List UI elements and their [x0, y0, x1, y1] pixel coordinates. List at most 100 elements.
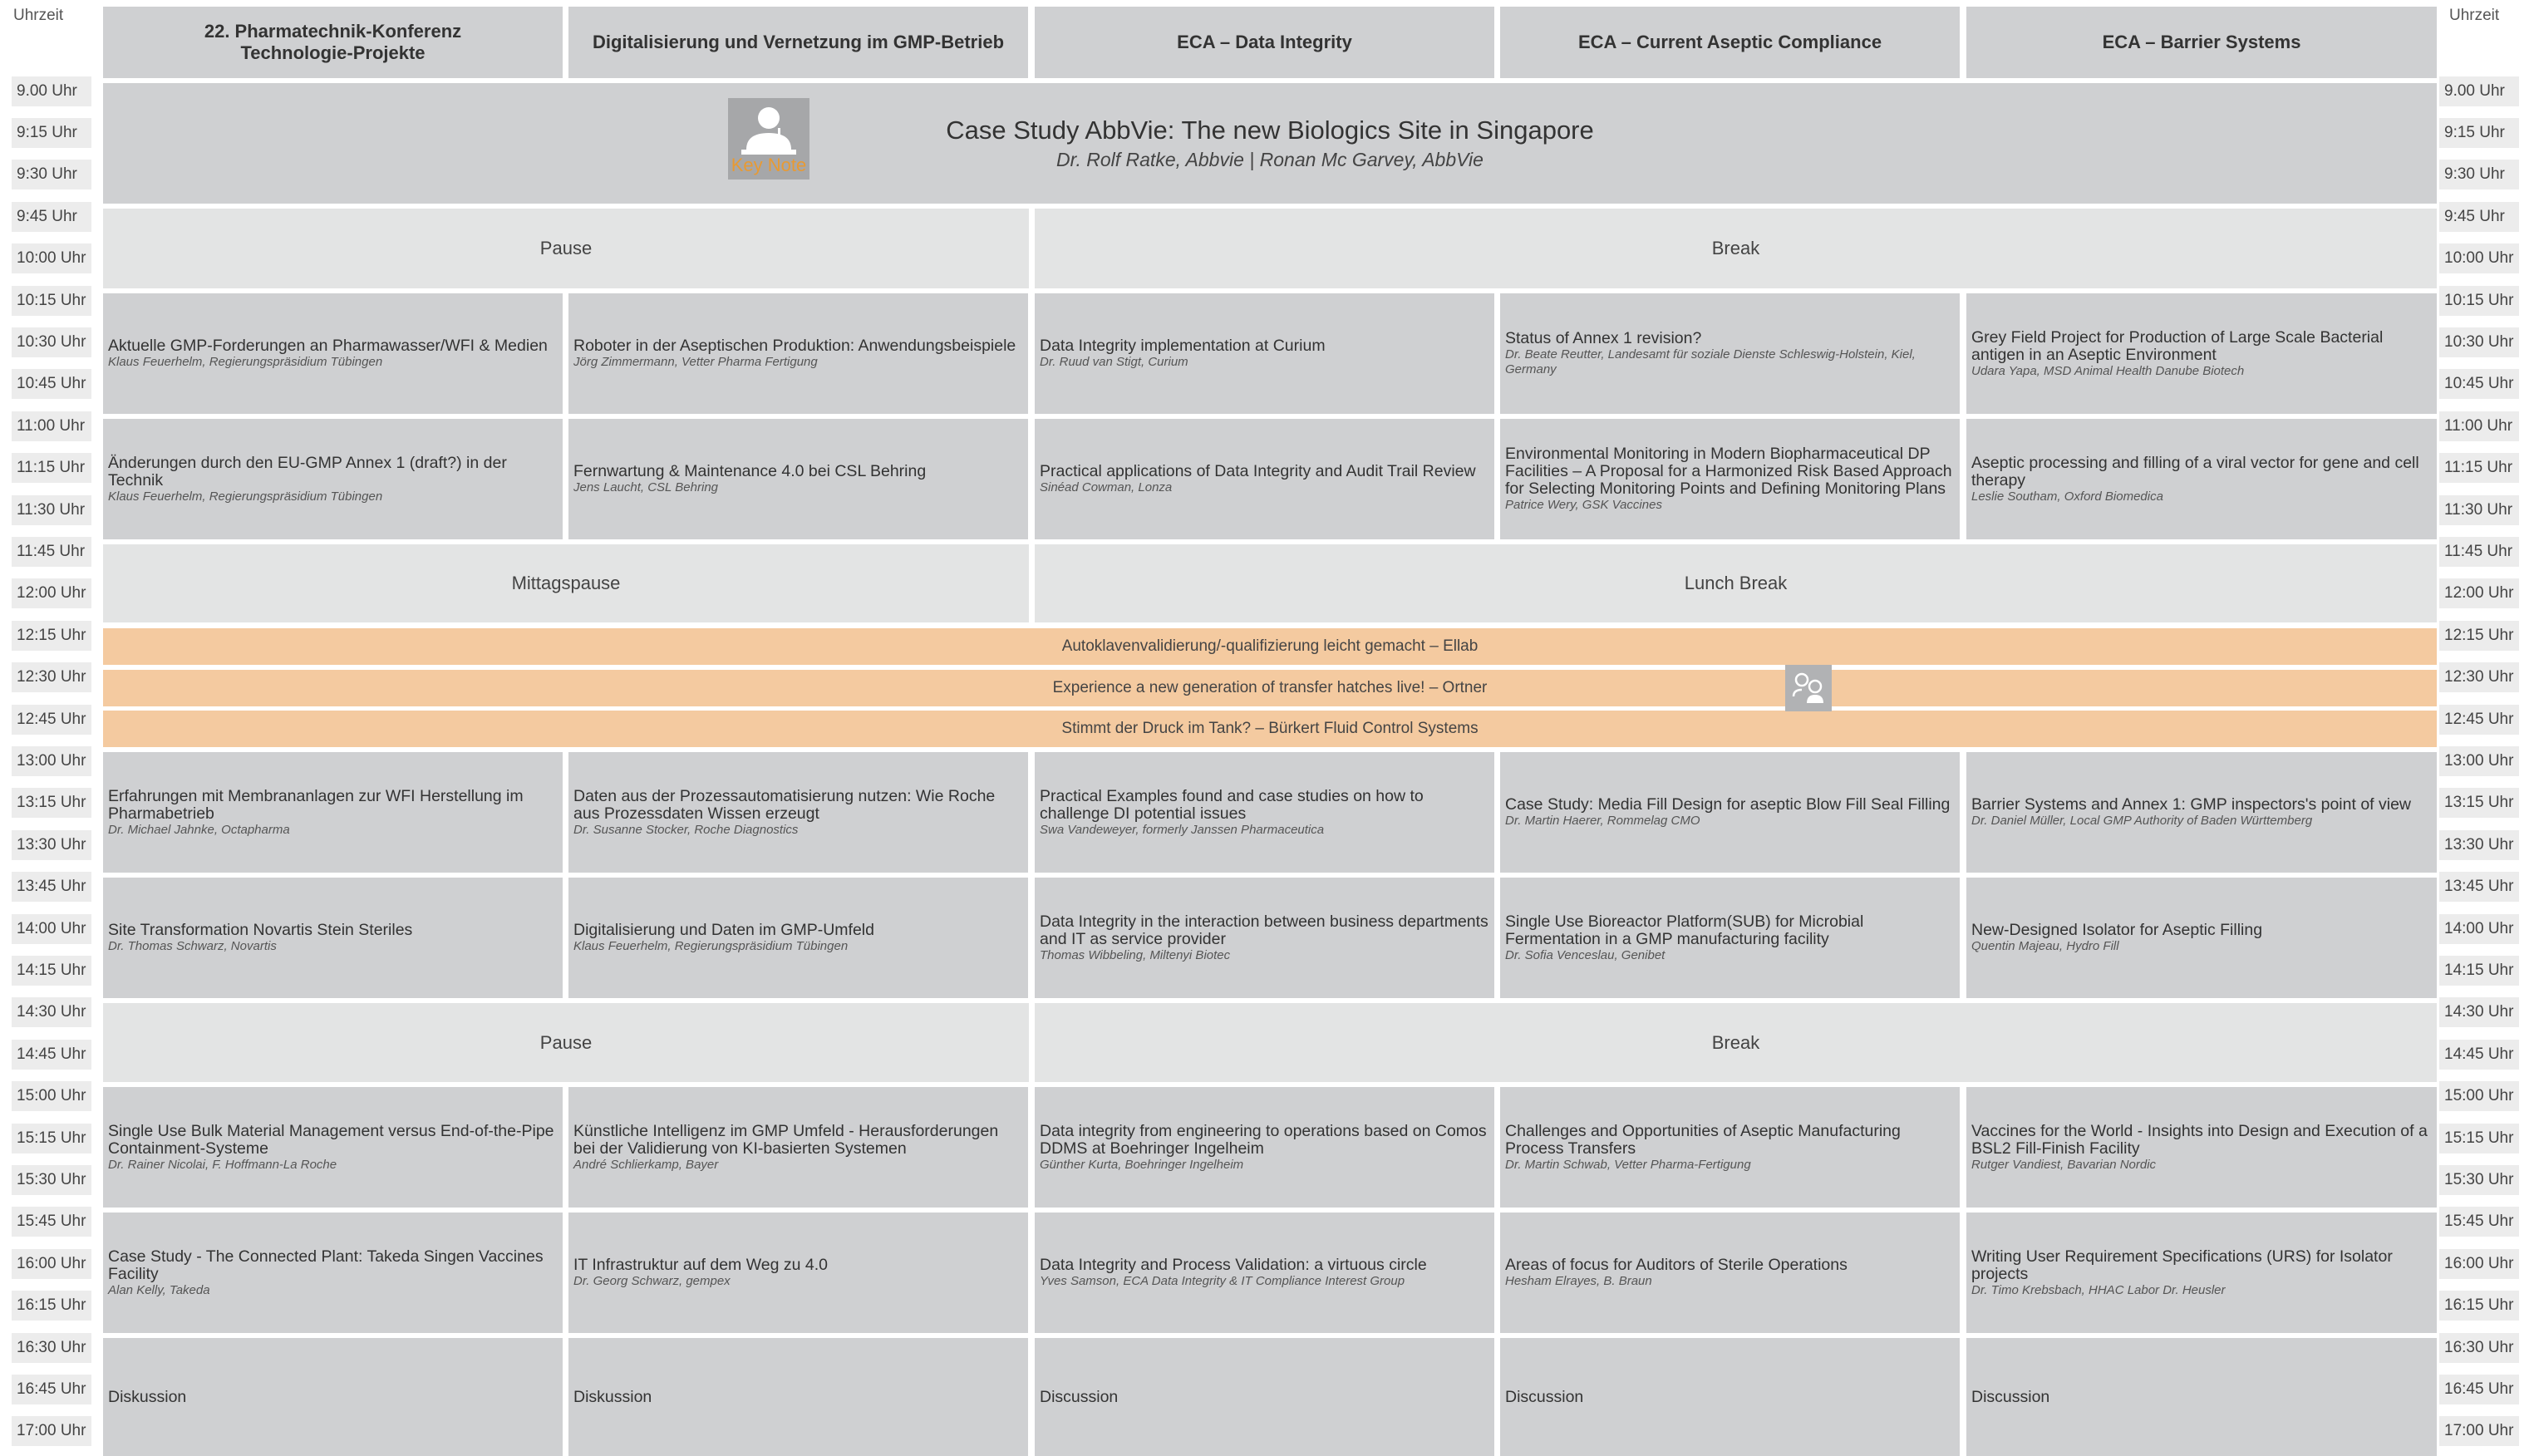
session-cell: Status of Annex 1 revision? Dr. Beate Re…	[1500, 293, 1960, 414]
session-speaker: Udara Yapa, MSD Animal Health Danube Bio…	[1971, 363, 2245, 378]
session-speaker: Dr. Martin Schwab, Vetter Pharma-Fertigu…	[1505, 1157, 1751, 1172]
time-label: 13:30 Uhr	[12, 830, 91, 860]
session-speaker: Swa Vandeweyer, formerly Janssen Pharmac…	[1040, 822, 1325, 837]
session-title: Status of Annex 1 revision?	[1505, 329, 1702, 347]
session-cell: Single Use Bioreactor Platform(SUB) for …	[1500, 878, 1960, 998]
session-cell: Erfahrungen mit Membrananlagen zur WFI H…	[103, 752, 563, 873]
track-header-line1: Digitalisierung und Vernetzung im GMP-Be…	[592, 32, 1005, 52]
session-speaker: Klaus Feuerhelm, Regierungspräsidium Tüb…	[108, 355, 383, 369]
time-label: 16:30 Uhr	[12, 1333, 91, 1363]
session-cell: New-Designed Isolator for Aseptic Fillin…	[1966, 878, 2437, 998]
time-label: 12:15 Uhr	[12, 621, 91, 651]
session-title: Digitalisierung und Daten im GMP-Umfeld	[573, 921, 874, 939]
session-speaker: Leslie Southam, Oxford Biomedica	[1971, 489, 2163, 504]
session-title: Single Use Bulk Material Management vers…	[108, 1121, 554, 1158]
discussion-cell: Discussion	[1966, 1338, 2437, 1456]
time-label: 11:00 Uhr	[2439, 411, 2519, 441]
time-label: 14:30 Uhr	[12, 997, 91, 1027]
session-speaker: Hesham Elrayes, B. Braun	[1505, 1274, 1652, 1288]
session-cell: Challenges and Opportunities of Aseptic …	[1500, 1087, 1960, 1208]
track-header-line1: ECA – Current Aseptic Compliance	[1577, 32, 1882, 52]
time-label: 16:15 Uhr	[12, 1291, 91, 1321]
session-title: Aktuelle GMP-Forderungen an Pharmawasser…	[108, 337, 548, 355]
time-label: 14:00 Uhr	[2439, 914, 2519, 944]
time-label: 15:00 Uhr	[12, 1081, 91, 1111]
time-label: 13:00 Uhr	[2439, 746, 2519, 776]
discussion-cell: Discussion	[1035, 1338, 1494, 1456]
break-cell: Pause	[103, 1003, 1029, 1082]
lunch-break-cell: Mittagspause	[103, 544, 1029, 622]
session-speaker: Dr. Timo Krebsbach, HHAC Labor Dr. Heusl…	[1971, 1282, 2226, 1297]
session-title: Fernwartung & Maintenance 4.0 bei CSL Be…	[573, 462, 927, 480]
session-cell: Writing User Requirement Specifications …	[1966, 1213, 2437, 1333]
time-label: 16:00 Uhr	[12, 1249, 91, 1279]
time-label: 13:15 Uhr	[2439, 788, 2519, 818]
session-speaker: Klaus Feuerhelm, Regierungspräsidium Tüb…	[108, 489, 383, 504]
session-speaker: Dr. Beate Reutter, Landesamt für soziale…	[1505, 347, 1916, 376]
time-label: 10:00 Uhr	[2439, 243, 2519, 273]
session-title: Data integrity from engineering to opera…	[1040, 1121, 1487, 1158]
session-cell: Barrier Systems and Annex 1: GMP inspect…	[1966, 752, 2437, 873]
session-cell: Künstliche Intelligenz im GMP Umfeld - H…	[568, 1087, 1028, 1208]
session-cell: Data integrity from engineering to opera…	[1035, 1087, 1494, 1208]
session-title: Vaccines for the World - Insights into D…	[1971, 1121, 2428, 1158]
time-label: 13:45 Uhr	[12, 872, 91, 902]
time-label: 9.00 Uhr	[12, 76, 91, 106]
session-speaker: Alan Kelly, Takeda	[108, 1282, 210, 1297]
time-column-header: Uhrzeit	[2449, 7, 2500, 24]
time-label: 16:15 Uhr	[2439, 1291, 2519, 1321]
session-speaker: Dr. Thomas Schwarz, Novartis	[108, 939, 277, 953]
session-cell: Fernwartung & Maintenance 4.0 bei CSL Be…	[568, 419, 1028, 539]
session-speaker: Thomas Wibbeling, Miltenyi Biotec	[1040, 947, 1231, 962]
time-label: 10:15 Uhr	[2439, 286, 2519, 316]
session-speaker: Yves Samson, ECA Data Integrity & IT Com…	[1040, 1274, 1405, 1288]
session-cell: Grey Field Project for Production of Lar…	[1966, 293, 2437, 414]
session-cell: Practical Examples found and case studie…	[1035, 752, 1494, 873]
time-label: 9:15 Uhr	[2439, 118, 2519, 148]
break-label: Break	[1711, 1031, 1760, 1053]
time-label: 12:45 Uhr	[12, 705, 91, 735]
session-cell: Case Study: Media Fill Design for asepti…	[1500, 752, 1960, 873]
session-cell: Data Integrity in the interaction betwee…	[1035, 878, 1494, 998]
track-header-line1: ECA – Data Integrity	[1177, 32, 1352, 52]
time-label: 11:45 Uhr	[12, 537, 91, 567]
time-label: 15:15 Uhr	[2439, 1124, 2519, 1153]
break-cell: Break	[1035, 1003, 2437, 1082]
time-label: 10:45 Uhr	[2439, 369, 2519, 399]
session-cell: Aseptic processing and filling of a vira…	[1966, 419, 2437, 539]
lunch-talk: Autoklavenvalidierung/-qualifizierung le…	[103, 628, 2437, 665]
session-cell: Digitalisierung und Daten im GMP-Umfeld …	[568, 878, 1028, 998]
time-label: 12:00 Uhr	[12, 578, 91, 608]
time-label: 14:15 Uhr	[12, 956, 91, 986]
session-title: Data Integrity in the interaction betwee…	[1040, 912, 1488, 948]
time-label: 12:15 Uhr	[2439, 621, 2519, 651]
time-label: 10:00 Uhr	[12, 243, 91, 273]
session-title: Roboter in der Aseptischen Produktion: A…	[573, 337, 1016, 355]
session-speaker: André Schlierkamp, Bayer	[573, 1157, 719, 1172]
time-label: 10:15 Uhr	[12, 286, 91, 316]
keynote-title: Case Study AbbVie: The new Biologics Sit…	[946, 116, 1594, 145]
time-label: 15:30 Uhr	[2439, 1165, 2519, 1195]
time-label: 17:00 Uhr	[12, 1416, 91, 1446]
session-title: Challenges and Opportunities of Aseptic …	[1505, 1121, 1901, 1158]
session-speaker: Dr. Daniel Müller, Local GMP Authority o…	[1971, 814, 2313, 828]
time-label: 15:45 Uhr	[12, 1207, 91, 1237]
lunch-talk: Stimmt der Druck im Tank? – Bürkert Flui…	[103, 711, 2437, 747]
time-label: 16:00 Uhr	[2439, 1249, 2519, 1279]
lunch-talk-title: Autoklavenvalidierung/-qualifizierung le…	[1061, 637, 1479, 655]
discussion-cell: Diskussion	[568, 1338, 1028, 1456]
discussion-label: Discussion	[1505, 1387, 1584, 1406]
session-speaker: Jens Laucht, CSL Behring	[573, 480, 719, 494]
track-header-line1: 22. Pharmatechnik-Konferenz	[204, 21, 462, 42]
time-label: 17:00 Uhr	[2439, 1416, 2519, 1446]
session-cell: Änderungen durch den EU-GMP Annex 1 (dra…	[103, 419, 563, 539]
time-label: 10:30 Uhr	[12, 327, 91, 357]
time-label: 11:45 Uhr	[2439, 537, 2519, 567]
session-speaker: Günther Kurta, Boehringer Ingelheim	[1040, 1157, 1244, 1172]
break-label: Break	[1711, 238, 1760, 258]
session-cell: Case Study - The Connected Plant: Takeda…	[103, 1213, 563, 1333]
session-speaker: Klaus Feuerhelm, Regierungspräsidium Tüb…	[573, 939, 849, 953]
session-speaker: Dr. Rainer Nicolai, F. Hoffmann-La Roche	[108, 1157, 337, 1172]
lunch-talk: Experience a new generation of transfer …	[103, 670, 2437, 706]
track-header: ECA – Data Integrity	[1035, 7, 1494, 78]
